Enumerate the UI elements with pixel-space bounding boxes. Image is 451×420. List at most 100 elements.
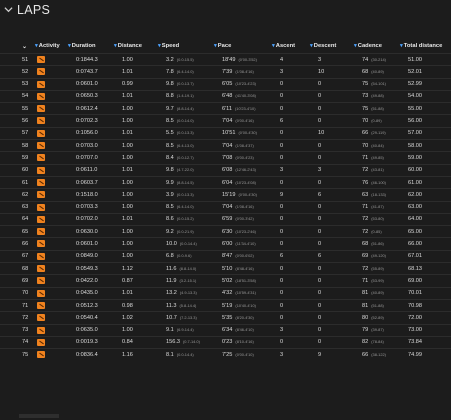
cell-value: 0:0836.4 [76,351,98,358]
table-row[interactable]: 65 0:0630.0 1.00 9.2 (0.0-21.9) 6'30 (10'23-2'… [0,225,451,237]
cell-dur: 0:0601.0 [76,81,98,87]
table-row[interactable]: 71 0:0512.3 0.98 11.3 (5.8-14.4) 5'19 (10'40-4… [0,298,451,311]
col-descent[interactable]: ▾Descent [310,43,336,49]
table-row[interactable]: 53 0:0601.0 0.99 9.8 (0.0-13.7) 6'05 (10'23-4'… [0,77,451,90]
cell-value: 0:0611.0 [76,167,98,174]
cell-pace: 15'19 (0'00-4'30) [222,192,257,198]
table-row[interactable]: 63 0:0703.3 1.00 8.5 (6.4-14.0) 7'04 (1'08-4'1… [0,200,451,213]
cell-value: 10 [318,68,325,75]
cell-speed: 10.0 (0.0-14.4) [166,241,197,247]
cell-range: (3.2-15.1) [179,277,197,283]
cell-dist: 1.00 [122,229,133,235]
cell-cad: 72 (0-85) [362,229,382,235]
cell-value: 8.4 [166,154,174,161]
cell-value: 60.00 [408,167,422,174]
cell-range: (46-100) [371,179,386,185]
cell-value: 0:0540.4 [76,314,98,321]
horizontal-scrollbar[interactable] [19,414,59,418]
cell-pace: 18'49 (0'00-3'52) [222,57,257,63]
table-row[interactable]: 64 0:0702.0 1.01 8.6 (0.0-15.2) 6'59 (0'00-3'4… [0,212,451,225]
table-row[interactable]: 75 0:0836.4 1.16 8.1 (0.0-14.4) 7'25 (0'00-4'1… [0,348,451,360]
cell-tot: 67.01 [408,253,422,259]
col-pace[interactable]: ▾Pace [214,43,231,49]
cell-value: 3 [280,351,284,358]
cell-range: (0'00-4'30) [238,191,257,197]
cell-value: 0:0703.0 [76,142,98,149]
cell-desc: 0 [318,81,321,87]
cell-cad: 82 (78-84) [362,339,384,345]
table-row[interactable]: 52 0:0743.7 1.01 7.8 (6.4-14.0) 7'39 (1'08-4'1… [0,65,451,77]
table-row[interactable]: 55 0:0612.4 1.00 9.7 (8.8-14.4) 6'11 (10'23-4'… [0,102,451,114]
table-row[interactable]: 70 0:0435.0 1.01 13.2 (4.9-13.3) 4'32 (10'59-4… [0,286,451,299]
table-row[interactable]: 66 0:0601.0 1.00 10.0 (0.0-14.4) 6'00 (11'34-4… [0,237,451,249]
table-row[interactable]: 73 0:0635.0 1.00 9.1 (6.9-14.4) 6'34 (8'46-4'1… [0,323,451,336]
cell-range: (53-80) [371,216,384,222]
table-row[interactable]: 58 0:0703.0 1.00 8.5 (6.4-13.0) 7'04 (1'08-4'3… [0,139,451,151]
cell-value: 69.00 [408,277,422,284]
col-duration[interactable]: ▾Duration [68,43,96,49]
table-row[interactable]: 62 0:1518.0 1.00 3.9 (0.0-13.3) 15'19 (0'00-4'… [0,188,451,200]
cell-value: 9.8 [166,81,174,88]
cell-range: (53-99) [371,277,384,283]
cell-range: (55-89) [371,265,384,271]
col-activity[interactable]: ▾Activity [35,43,60,49]
cell-desc: 0 [318,143,321,149]
laps-section-header[interactable]: LAPS [0,0,451,22]
cell-desc: 10 [318,130,324,136]
cell-speed: 11.9 (3.2-15.1) [166,278,196,284]
cell-dist: 1.01 [122,167,133,173]
sort-chevron-icon[interactable]: ⌄ [22,43,27,50]
cell-asc: 0 [280,266,283,272]
table-row[interactable]: 67 0:0849.0 1.00 6.8 (0.0-9.6) 8'47 (0'00-6'02… [0,249,451,262]
cell-n: 54 [22,93,28,99]
cell-value: 0:0612.4 [76,105,98,112]
table-row[interactable]: 59 0:0707.0 1.00 8.4 (0.0-12.7) 7'08 (0'00-4'2… [0,151,451,163]
activity-running-icon [37,105,45,113]
table-row[interactable]: 61 0:0603.7 1.00 9.9 (8.8-14.5) 6'04 (10'23-4'… [0,175,451,188]
cell-desc: 6 [318,192,321,198]
cell-value: 0:0512.3 [76,302,98,309]
table-row[interactable]: 56 0:0702.3 1.00 8.5 (0.0-14.0) 7'04 (0'00-4'1… [0,114,451,126]
cell-value: 7'08 [222,154,233,161]
cell-value: 53 [22,81,29,88]
col-speed[interactable]: ▾Speed [158,43,179,49]
cell-dur: 0:0703.0 [76,143,98,149]
cell-value: 68 [362,241,369,248]
col-total-distance[interactable]: ▾Total distance [400,43,442,49]
col-distance[interactable]: ▾Distance [114,43,142,49]
cell-cad: 80 (52-89) [362,315,384,321]
cell-value: 79 [362,327,369,334]
cell-dist: 1.00 [122,192,133,198]
cell-value: 72 [362,228,369,235]
table-row[interactable]: 69 0:0422.0 0.87 11.9 (3.2-15.1) 5'02 (18'51-3… [0,274,451,286]
table-row[interactable]: 72 0:0540.4 1.02 10.7 (7.2-13.3) 5'35 (8'20-4'… [0,311,451,323]
cell-range: (0'00-4'10) [235,351,254,357]
activity-running-icon [37,265,45,273]
cell-value: 0 [318,277,322,284]
cell-range: (51-88) [371,105,384,111]
cell-value: 9 [318,351,322,358]
table-row[interactable]: 68 0:0549.3 1.12 11.6 (8.8-14.0) 5'10 (8'48-4'… [0,262,451,274]
table-row[interactable]: 74 0:0019.3 0.84 156.3 (0.7-14.0) 0'23 (8'10-4… [0,335,451,348]
col-cadence[interactable]: ▾Cadence [354,43,382,49]
cell-value: 62 [22,191,29,198]
table-row[interactable]: 57 0:1056.0 1.01 5.5 (0.0-13.3) 10'51 (0'00-4'… [0,126,451,139]
col-speed-label: Speed [161,43,180,49]
cell-tot: 58.00 [408,143,422,149]
cell-range: (0'00-4'16) [235,118,254,124]
table-row[interactable]: 54 0:0650.3 1.01 8.8 (1.4-19.1) 6'48 (41'40-3'… [0,89,451,102]
cell-range: (10'23-4'08) [235,179,256,185]
cell-value: 3.2 [166,56,174,63]
col-pace-label: Pace [217,43,232,49]
cell-tot: 56.00 [408,118,422,124]
cell-value: 6.8 [166,253,174,260]
cell-speed: 8.6 (0.0-15.2) [166,216,194,222]
cell-cad: 75 (51-88) [362,106,384,112]
cell-value: 7'04 [222,118,233,125]
table-row[interactable]: 51 0:1844.3 1.00 3.2 (0.0-15.5) 18'49 (0'00-3'… [0,53,451,65]
cell-speed: 9.9 (8.8-14.5) [166,180,194,186]
col-ascent[interactable]: ▾Ascent [272,43,295,49]
cell-asc: 0 [280,290,283,296]
table-row[interactable]: 60 0:0611.0 1.01 9.8 (4.7-22.0) 6'08 (12'46-2'… [0,163,451,176]
cell-n: 64 [22,216,28,222]
